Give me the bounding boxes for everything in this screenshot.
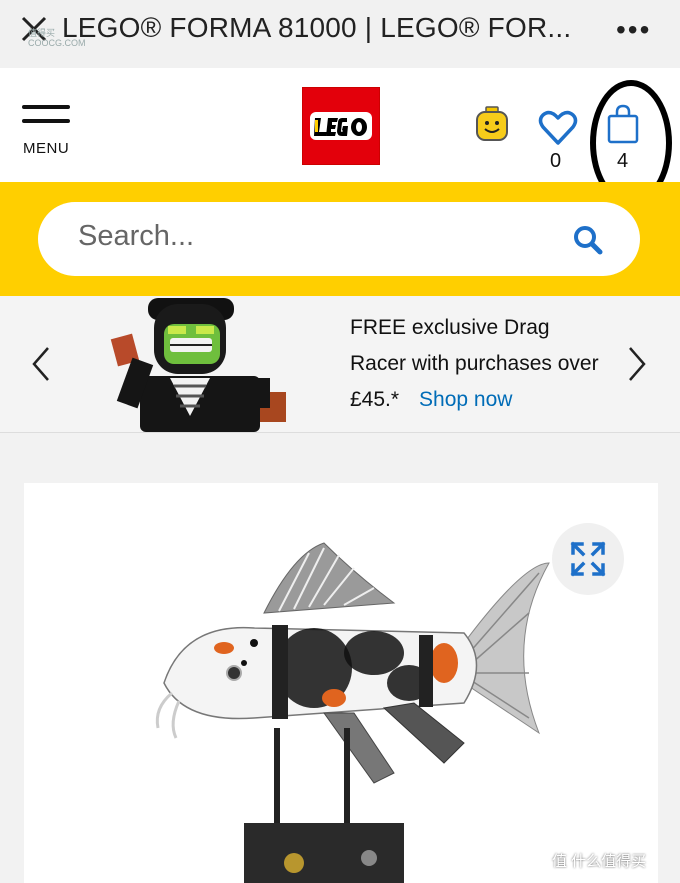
search-band: Search... [0, 182, 680, 296]
expand-icon [570, 541, 606, 577]
search-placeholder: Search... [78, 220, 195, 252]
site-header: MENU 0 4 [0, 68, 680, 206]
wishlist-count: 0 [550, 150, 562, 172]
watermark: 值 什么值得买 [552, 853, 647, 870]
product-gallery[interactable] [24, 483, 658, 883]
menu-icon[interactable] [22, 105, 70, 129]
minifigure-image [110, 298, 286, 432]
search-icon[interactable] [572, 224, 604, 256]
vip-account-icon[interactable] [474, 106, 510, 142]
lego-wordmark-icon [310, 112, 372, 140]
chevron-left-icon[interactable] [30, 346, 52, 382]
promo-text: FREE exclusive Drag Racer with purchases… [350, 310, 600, 418]
heart-icon[interactable] [538, 108, 578, 148]
lego-logo[interactable] [302, 87, 380, 165]
promo-banner: FREE exclusive Drag Racer with purchases… [0, 296, 680, 433]
koi-fish-model-image [155, 542, 550, 883]
page-title: LEGO® FORMA 81000 | LEGO® FOR... [62, 12, 572, 43]
browser-titlebar: 值得买 COOCG.COM LEGO® FORMA 81000 | LEGO® … [0, 0, 680, 68]
more-options-button[interactable]: ••• [616, 14, 651, 46]
chevron-right-icon[interactable] [626, 346, 648, 382]
menu-label[interactable]: MENU [23, 140, 69, 157]
shop-now-link[interactable]: Shop now [419, 388, 512, 411]
search-input[interactable]: Search... [38, 202, 640, 276]
